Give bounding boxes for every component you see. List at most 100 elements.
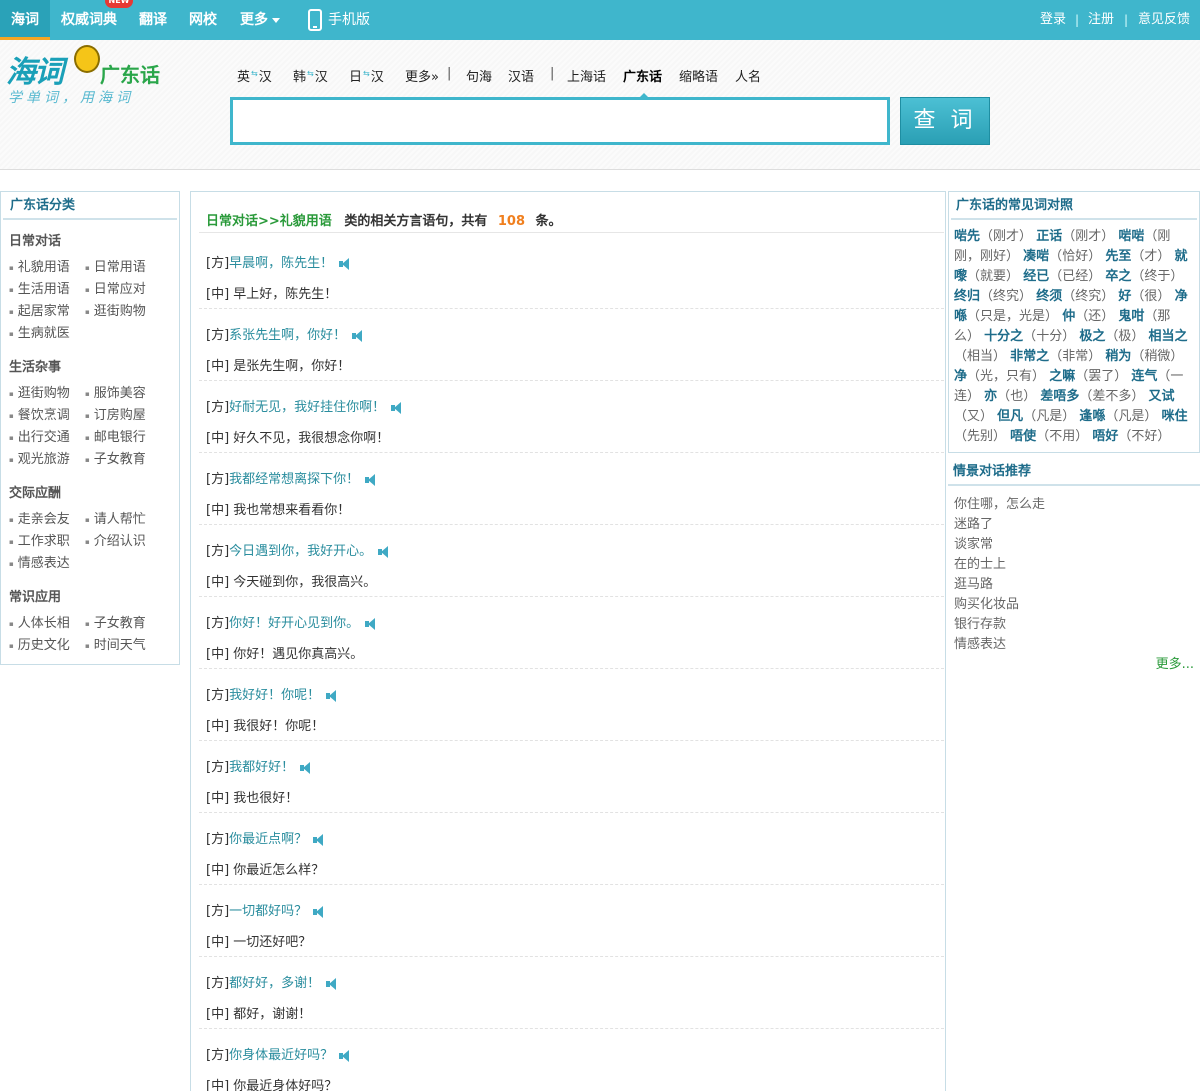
glossary-term[interactable]: 非常之 <box>1010 349 1049 364</box>
login-link[interactable]: 登录 <box>1040 0 1066 40</box>
category-link[interactable]: 订房购屋 <box>85 404 146 423</box>
glossary-term[interactable]: 极之 <box>1079 329 1105 344</box>
category-link[interactable]: 介绍认识 <box>85 530 146 549</box>
site-logo[interactable]: 海词 广东话 学单词，用海词 <box>6 45 176 117</box>
category-link[interactable]: 子女教育 <box>85 612 146 631</box>
glossary-term[interactable]: 正话 <box>1036 229 1062 244</box>
tab-hanyu[interactable]: 汉语 <box>508 66 534 85</box>
tab-abbreviations[interactable]: 缩略语 <box>679 66 718 85</box>
cantonese-text[interactable]: 你身体最近好吗？ <box>229 1048 333 1063</box>
cantonese-text[interactable]: 好耐无见，我好挂住你啊！ <box>229 400 385 415</box>
recommendation-link[interactable]: 你住哪，怎么走 <box>954 493 1045 512</box>
breadcrumb[interactable]: 日常对话>>礼貌用语 <box>206 214 332 229</box>
cantonese-text[interactable]: 都好好，多谢！ <box>229 976 320 991</box>
category-link[interactable]: 观光旅游 <box>9 448 70 467</box>
speaker-icon[interactable] <box>326 977 338 990</box>
category-link[interactable]: 生病就医 <box>9 322 70 341</box>
glossary-term[interactable]: 唔使 <box>1010 429 1036 444</box>
register-link[interactable]: 注册 <box>1088 0 1114 40</box>
glossary-term[interactable]: 啱先 <box>954 229 980 244</box>
recommendation-link[interactable]: 迷路了 <box>954 513 993 532</box>
tab-shanghai[interactable]: 上海话 <box>567 66 606 85</box>
recommendation-link[interactable]: 情感表达 <box>954 633 1006 652</box>
tab-more[interactable]: 更多» <box>405 66 439 85</box>
tab-cantonese[interactable]: 广东话 <box>623 66 662 85</box>
category-link[interactable]: 工作求职 <box>9 530 70 549</box>
speaker-icon[interactable] <box>365 617 377 630</box>
nav-more-dropdown[interactable]: 更多 <box>240 0 280 40</box>
feedback-link[interactable]: 意见反馈 <box>1138 0 1190 40</box>
cantonese-text[interactable]: 我都好好！ <box>229 760 294 775</box>
glossary-term[interactable]: 十分之 <box>984 329 1023 344</box>
glossary-term[interactable]: 凑啱 <box>1023 249 1049 264</box>
speaker-icon[interactable] <box>352 329 364 342</box>
recommendation-link[interactable]: 银行存款 <box>954 613 1006 632</box>
glossary-term[interactable]: 又试 <box>1149 389 1175 404</box>
category-link[interactable]: 服饰美容 <box>85 382 146 401</box>
glossary-term[interactable]: 仲 <box>1062 309 1075 324</box>
category-link[interactable]: 邮电银行 <box>85 426 146 445</box>
recommendation-link[interactable]: 在的士上 <box>954 553 1006 572</box>
more-link[interactable]: 更多... <box>1156 653 1194 672</box>
glossary-term[interactable]: 先至 <box>1105 249 1131 264</box>
cantonese-text[interactable]: 你最近点啊？ <box>229 832 307 847</box>
speaker-icon[interactable] <box>391 401 403 414</box>
glossary-term[interactable]: 逢喺 <box>1079 409 1105 424</box>
glossary-term[interactable]: 鬼咁 <box>1118 309 1144 324</box>
category-link[interactable]: 餐饮烹调 <box>9 404 70 423</box>
glossary-term[interactable]: 稍为 <box>1105 349 1131 364</box>
recommendation-link[interactable]: 购买化妆品 <box>954 593 1019 612</box>
category-link[interactable]: 日常应对 <box>85 278 146 297</box>
glossary-term[interactable]: 但凡 <box>997 409 1023 424</box>
category-link[interactable]: 生活用语 <box>9 278 70 297</box>
speaker-icon[interactable] <box>365 473 377 486</box>
glossary-term[interactable]: 连气 <box>1131 369 1157 384</box>
category-link[interactable]: 走亲会友 <box>9 508 70 527</box>
category-link[interactable]: 逛街购物 <box>85 300 146 319</box>
cantonese-text[interactable]: 早晨啊，陈先生！ <box>229 256 333 271</box>
recommendation-link[interactable]: 谈家常 <box>954 533 993 552</box>
search-button[interactable]: 查 词 <box>900 97 990 145</box>
glossary-term[interactable]: 唔好 <box>1092 429 1118 444</box>
category-link[interactable]: 出行交通 <box>9 426 70 445</box>
cantonese-text[interactable]: 今日遇到你，我好开心。 <box>229 544 372 559</box>
category-link[interactable]: 历史文化 <box>9 634 70 653</box>
glossary-term[interactable]: 咪住 <box>1162 409 1188 424</box>
speaker-icon[interactable] <box>313 833 325 846</box>
glossary-term[interactable]: 差唔多 <box>1040 389 1079 404</box>
glossary-term[interactable]: 卒之 <box>1105 269 1131 284</box>
category-link[interactable]: 情感表达 <box>9 552 70 571</box>
category-link[interactable]: 请人帮忙 <box>85 508 146 527</box>
recommendation-link[interactable]: 逛马路 <box>954 573 993 592</box>
glossary-term[interactable]: 相当之 <box>1149 329 1188 344</box>
category-link[interactable]: 逛街购物 <box>9 382 70 401</box>
glossary-term[interactable]: 净 <box>954 369 967 384</box>
glossary-term[interactable]: 经已 <box>1023 269 1049 284</box>
nav-mobile-version[interactable]: 手机版 <box>328 0 370 40</box>
glossary-term[interactable]: 终须 <box>1036 289 1062 304</box>
tab-en-zh[interactable]: 英⇆汉 <box>237 66 272 85</box>
cantonese-text[interactable]: 系张先生啊，你好！ <box>229 328 346 343</box>
mobile-phone-icon[interactable] <box>308 9 322 31</box>
cantonese-text[interactable]: 你好！好开心见到你。 <box>229 616 359 631</box>
glossary-term[interactable]: 啱啱 <box>1118 229 1144 244</box>
category-link[interactable]: 起居家常 <box>9 300 70 319</box>
category-link[interactable]: 日常用语 <box>85 256 146 275</box>
tab-names[interactable]: 人名 <box>735 66 761 85</box>
speaker-icon[interactable] <box>326 689 338 702</box>
category-link[interactable]: 人体长相 <box>9 612 70 631</box>
category-link[interactable]: 礼貌用语 <box>9 256 70 275</box>
tab-ko-zh[interactable]: 韩⇆汉 <box>293 66 328 85</box>
cantonese-text[interactable]: 我好好！你呢！ <box>229 688 320 703</box>
glossary-term[interactable]: 之嘛 <box>1049 369 1075 384</box>
nav-translate[interactable]: 翻译 <box>139 0 167 40</box>
speaker-icon[interactable] <box>378 545 390 558</box>
cantonese-text[interactable]: 我都经常想离探下你！ <box>229 472 359 487</box>
glossary-term[interactable]: 终归 <box>954 289 980 304</box>
tab-ja-zh[interactable]: 日⇆汉 <box>349 66 384 85</box>
glossary-term[interactable]: 好 <box>1118 289 1131 304</box>
category-link[interactable]: 子女教育 <box>85 448 146 467</box>
speaker-icon[interactable] <box>313 905 325 918</box>
cantonese-text[interactable]: 一切都好吗？ <box>229 904 307 919</box>
search-input[interactable] <box>230 97 890 145</box>
